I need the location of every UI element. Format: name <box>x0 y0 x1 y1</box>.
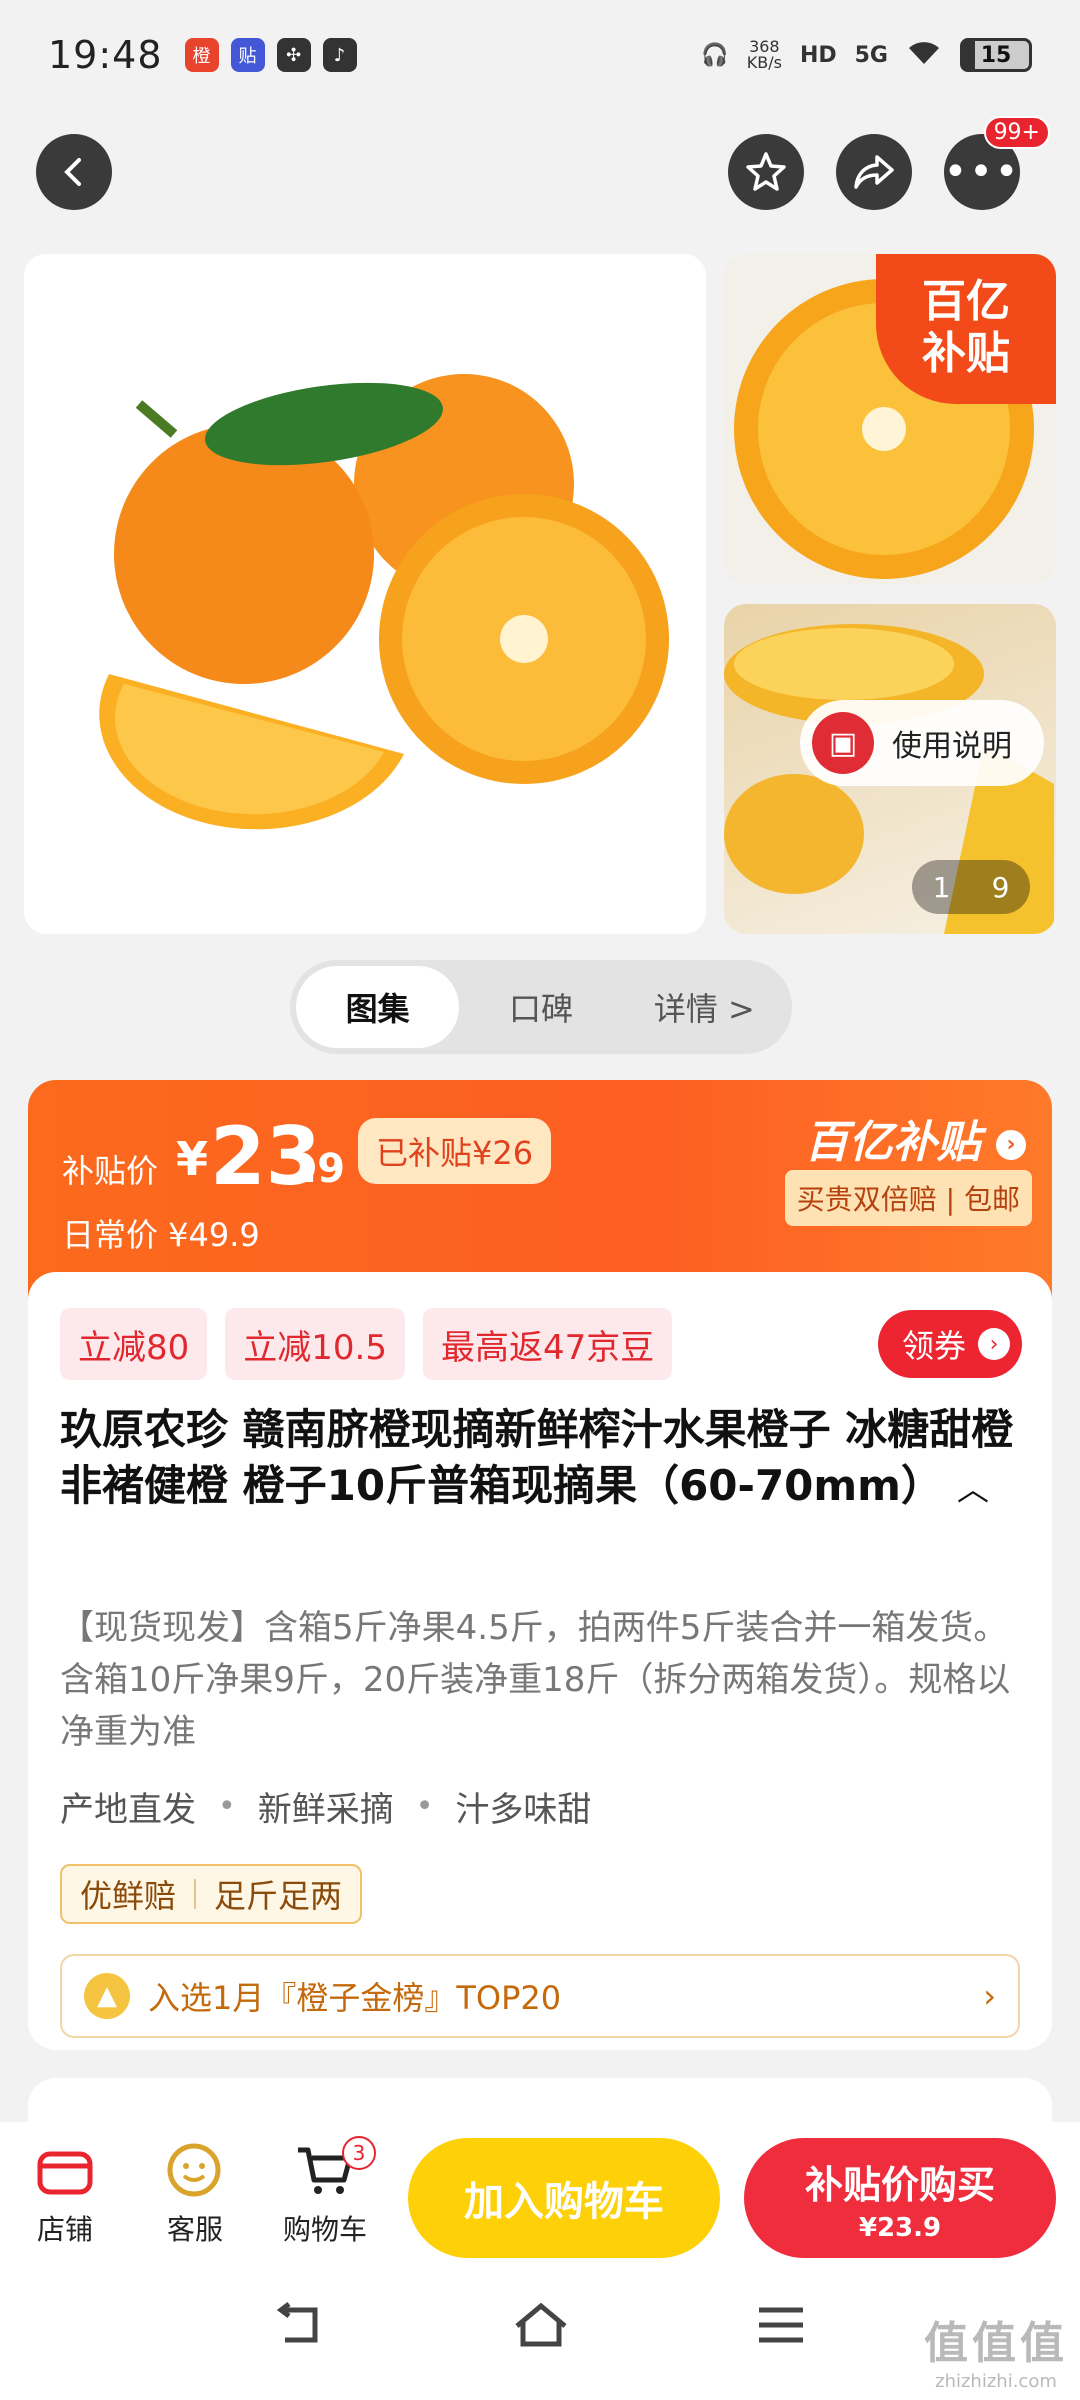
tab-reviews[interactable]: 口碑 <box>459 966 622 1048</box>
customer-service-label: 客服 <box>166 2213 223 2246</box>
cart-label: 购物车 <box>282 2213 367 2246</box>
feature-item: 新鲜采摘 <box>257 1790 394 1830</box>
net-speed: 368 KB/s <box>746 37 782 72</box>
product-main-image[interactable] <box>24 254 706 934</box>
cart-button[interactable]: 3 购物车 <box>270 2136 380 2248</box>
store-label: 店铺 <box>36 2213 93 2246</box>
product-description: 【现货现发】含箱5斤净果4.5斤，拍两件5斤装合并一箱发货。含箱10斤净果9斤，… <box>60 1608 1011 1752</box>
discount-tag: 立减80 <box>60 1308 208 1380</box>
app-tiktok-icon: ♪ <box>322 38 357 72</box>
customer-service-button[interactable]: 客服 <box>140 2140 250 2248</box>
subsidy-corner-badge: 百亿 补贴 <box>876 254 1056 404</box>
collapse-caret-icon[interactable]: ︿ <box>957 1470 989 1508</box>
status-time: 19:48 <box>48 33 163 77</box>
app-blue-icon: 贴 <box>230 38 265 72</box>
subsidy-brand-link[interactable]: 百亿补贴 › <box>805 1106 1026 1170</box>
pager-total: 9 <box>991 870 1010 904</box>
coupon-label: 领券 <box>901 1327 966 1365</box>
status-right: 🎧 368 KB/s HD 5G 15 <box>701 38 1032 72</box>
share-button[interactable] <box>836 134 912 210</box>
product-title: 玖原农珍 赣南脐橙现摘新鲜榨汁水果橙子 冰糖甜橙非褚健橙 橙子10斤普箱现摘果（… <box>60 1405 1014 1510</box>
feature-item: 汁多味甜 <box>455 1790 592 1830</box>
promise-item: 足斤足两 <box>214 1877 343 1915</box>
price-currency: ¥ <box>176 1132 209 1186</box>
product-info-card: 立减80 立减10.5 最高返47京豆 领券 › 玖原农珍 赣南脐橙现摘新鲜榨汁… <box>28 1272 1052 2050</box>
buy-now-button[interactable]: 补贴价购买 ¥23.9 <box>744 2138 1056 2258</box>
watermark: 值值值 zhizhizhi.com <box>924 2318 1068 2392</box>
guarantee-badge: 买贵双倍赔 | 包邮 <box>784 1170 1032 1226</box>
get-coupon-button[interactable]: 领券 › <box>877 1310 1022 1378</box>
hd-icon: HD <box>799 42 837 68</box>
back-arrow-icon <box>64 158 81 186</box>
regular-price: 日常价 ¥49.9 <box>62 1216 260 1254</box>
system-back-button[interactable] <box>264 2300 334 2360</box>
subsidized-amount: 已补贴¥26 <box>358 1118 552 1184</box>
system-home-button[interactable] <box>506 2300 576 2360</box>
product-gallery: 百亿 补贴 ▣ 使用说明 1 9 <box>0 250 1080 935</box>
store-button[interactable]: 店铺 <box>10 2140 120 2248</box>
headphones-icon: 🎧 <box>701 42 729 68</box>
ranking-label: 入选1月『橙子金榜』TOP20 <box>148 1979 562 2017</box>
more-button[interactable]: ••• 99+ <box>943 116 1050 210</box>
medal-icon: ▲ <box>84 1973 130 2019</box>
status-app-icons: 橙 贴 ✣ ♪ <box>184 38 357 72</box>
battery-icon: 15 <box>960 38 1032 72</box>
gallery-thumb-1[interactable]: 百亿 补贴 <box>724 254 1056 584</box>
favorite-button[interactable] <box>728 134 804 210</box>
back-button[interactable] <box>36 134 112 210</box>
cart-count-badge: 3 <box>342 2136 376 2170</box>
pager-current: 1 <box>932 870 951 904</box>
wifi-icon <box>906 38 942 72</box>
chevron-right-icon: › <box>983 1977 996 2015</box>
status-bar: 19:48 橙 贴 ✣ ♪ 🎧 368 KB/s HD 5G 15 <box>0 0 1080 110</box>
bottom-action-bar: 店铺 客服 3 购物车 加入购物车 补贴价购买 ¥23.9 <box>0 2122 1080 2272</box>
system-menu-icon <box>759 2307 803 2343</box>
usage-guide-label: 使用说明 <box>892 729 1012 764</box>
buy-now-label: 补贴价购买 <box>804 2162 995 2207</box>
product-features: 产地直发 • 新鲜采摘 • 汁多味甜 <box>60 1782 591 1831</box>
bookmark-icon: ▣ <box>812 712 874 774</box>
discount-tag: 立减10.5 <box>225 1308 405 1380</box>
usage-guide-button[interactable]: ▣ 使用说明 <box>800 700 1044 786</box>
system-nav-bar: 值值值 zhizhizhi.com <box>0 2272 1080 2400</box>
system-back-icon <box>276 2302 318 2343</box>
top-nav: ••• 99+ <box>36 116 1050 214</box>
star-icon <box>746 152 786 191</box>
tab-details[interactable]: 详情 > <box>623 966 786 1048</box>
content-tabs: 图集 口碑 详情 > <box>290 960 792 1054</box>
feature-item: 产地直发 <box>60 1790 196 1830</box>
tab-gallery[interactable]: 图集 <box>296 966 460 1048</box>
system-menu-button[interactable] <box>746 2300 816 2360</box>
app-red-icon: 橙 <box>184 38 219 72</box>
share-icon <box>854 155 894 189</box>
system-home-icon <box>515 2302 567 2347</box>
more-badge: 99+ <box>983 116 1050 149</box>
app-fan-icon: ✣ <box>276 38 311 72</box>
buy-now-price: ¥23.9 <box>858 2212 942 2243</box>
promise-item: 优鲜赔 <box>80 1877 177 1915</box>
discount-tags: 立减80 立减10.5 最高返47京豆 <box>60 1308 673 1380</box>
more-icon: ••• <box>943 149 1021 195</box>
subsidy-brand-label: 百亿补贴 <box>804 1117 981 1168</box>
customer-service-icon <box>162 2140 228 2200</box>
signal-5g-icon: 5G <box>854 42 888 68</box>
service-promises[interactable]: 优鲜赔 足斤足两 <box>60 1864 363 1924</box>
gallery-pager: 1 9 <box>912 860 1030 914</box>
ranking-link[interactable]: ▲ 入选1月『橙子金榜』TOP20 › <box>60 1954 1020 2038</box>
price-label: 补贴价 <box>62 1152 159 1190</box>
store-icon <box>32 2140 98 2200</box>
price-decimal: .9 <box>302 1146 346 1192</box>
discount-tag: 最高返47京豆 <box>422 1308 673 1380</box>
add-to-cart-button[interactable]: 加入购物车 <box>408 2138 720 2258</box>
chevron-right-icon: › <box>978 1328 1010 1360</box>
chevron-right-icon: › <box>996 1130 1026 1160</box>
orange-main-image <box>99 374 669 830</box>
